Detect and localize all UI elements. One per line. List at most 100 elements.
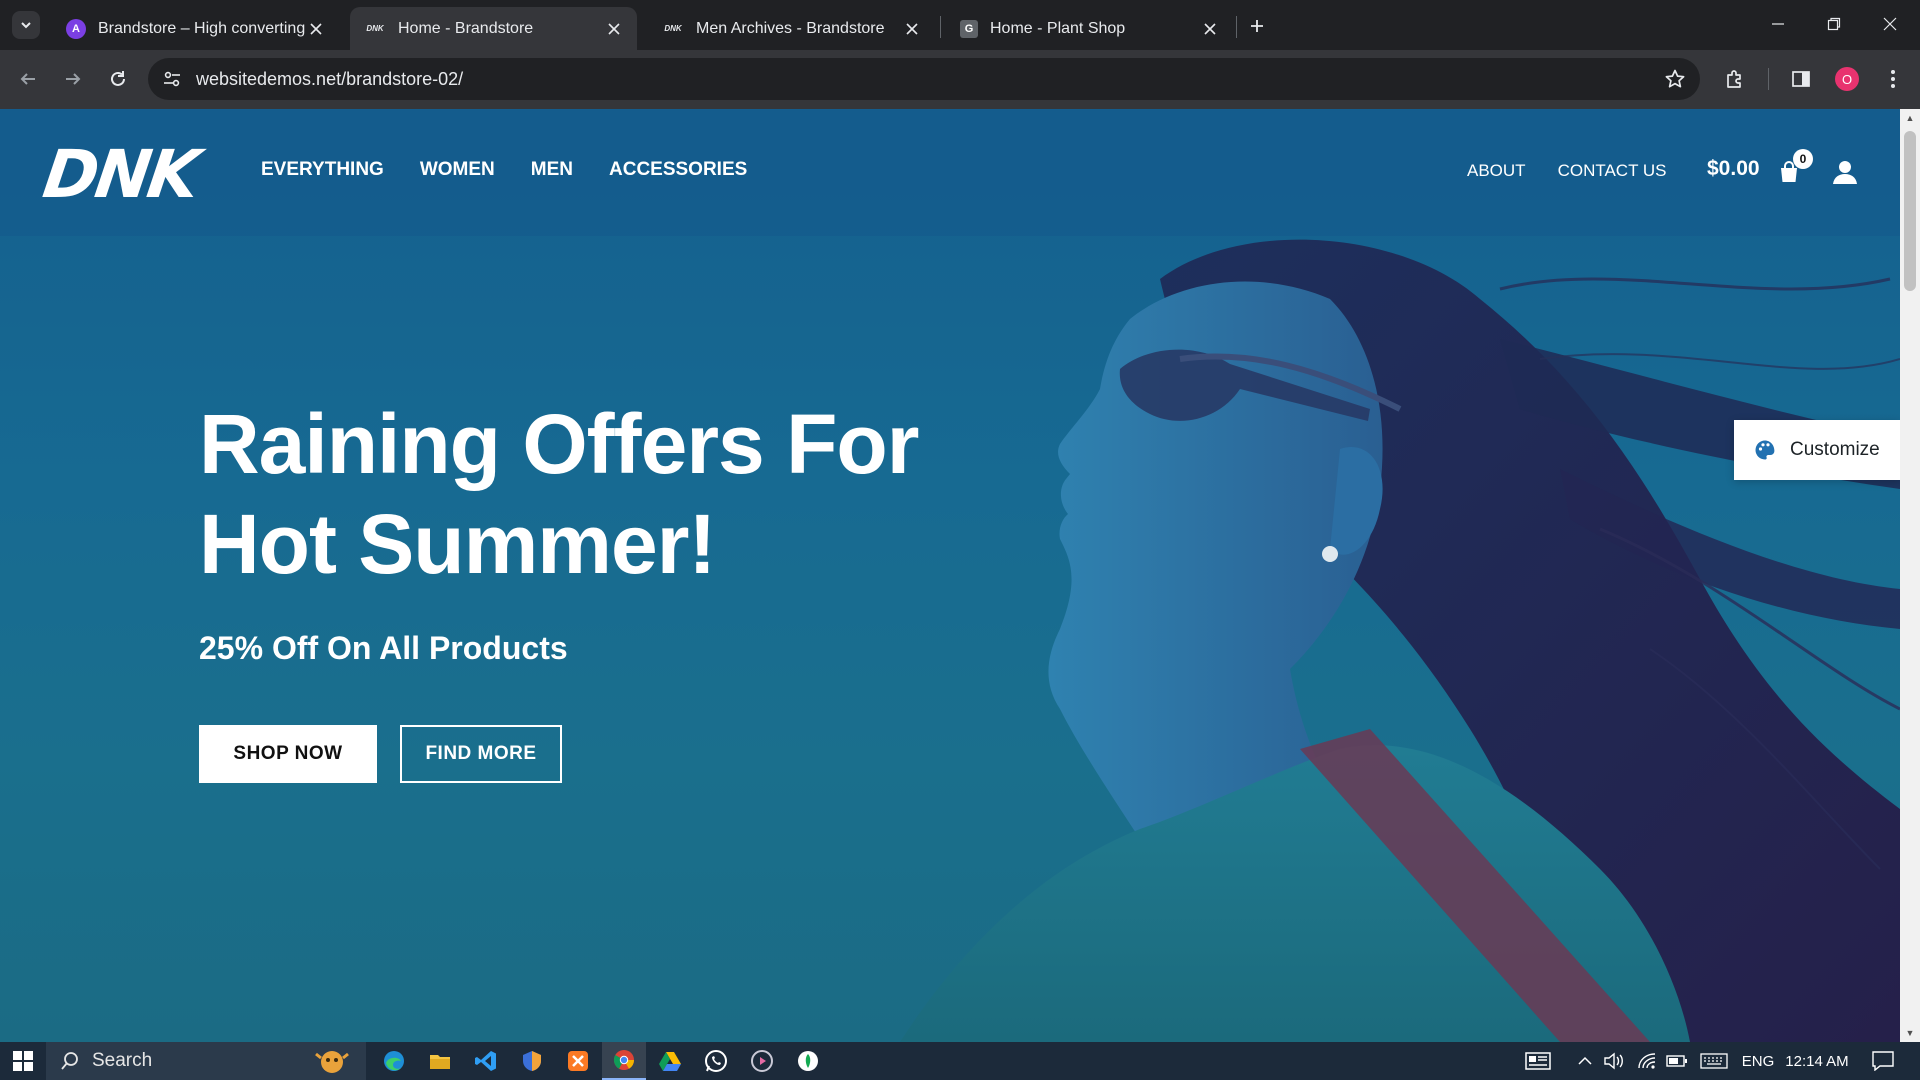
wifi-icon[interactable]	[1634, 1042, 1660, 1080]
play-icon	[751, 1050, 773, 1072]
hero-title-line-1: Raining Offers For	[199, 397, 919, 491]
shop-now-button[interactable]: SHOP NOW	[199, 725, 377, 783]
close-icon[interactable]	[901, 18, 923, 40]
taskbar-app-green[interactable]	[786, 1042, 830, 1080]
windows-taskbar: Search ENG 12:14 AM	[0, 1042, 1920, 1080]
keyboard-icon[interactable]	[1697, 1042, 1731, 1080]
browser-tab-strip: A Brandstore – High converting e DNK Hom…	[0, 0, 1920, 50]
taskbar-google-drive[interactable]	[648, 1042, 692, 1080]
dnk-icon: DNK	[366, 24, 384, 33]
menu-button[interactable]	[1878, 64, 1908, 94]
drive-icon	[659, 1052, 681, 1071]
minimize-icon	[1772, 23, 1784, 25]
nav-men[interactable]: MEN	[531, 159, 573, 181]
site-info-icon[interactable]	[162, 69, 182, 94]
taskbar-vscode[interactable]	[464, 1042, 508, 1080]
restore-button[interactable]	[1806, 0, 1862, 48]
close-icon	[1883, 17, 1897, 31]
back-button[interactable]	[11, 62, 45, 96]
browser-toolbar: websitedemos.net/brandstore-02/	[0, 50, 1920, 109]
minimize-button[interactable]	[1750, 0, 1806, 48]
news-widget-icon[interactable]	[1520, 1042, 1556, 1080]
volume-icon[interactable]	[1601, 1042, 1627, 1080]
folder-icon	[430, 1055, 450, 1069]
nav-women[interactable]: WOMEN	[420, 159, 495, 181]
side-panel-icon	[1792, 71, 1810, 87]
tab-title: Men Archives - Brandstore	[696, 19, 885, 37]
side-panel-button[interactable]	[1786, 64, 1816, 94]
taskbar-media-player[interactable]	[740, 1042, 784, 1080]
nav-everything[interactable]: EVERYTHING	[261, 159, 384, 181]
chevron-up-icon[interactable]	[1573, 1042, 1597, 1080]
close-window-button[interactable]	[1862, 0, 1918, 48]
star-icon[interactable]	[1664, 68, 1686, 95]
site-header: DNK EVERYTHING WOMEN MEN ACCESSORIES ABO…	[0, 109, 1900, 236]
profile-avatar[interactable]: O	[1835, 67, 1859, 91]
find-more-button[interactable]: FIND MORE	[400, 725, 562, 783]
palette-icon	[1755, 440, 1775, 460]
nav-contact-us[interactable]: CONTACT US	[1558, 161, 1667, 181]
close-icon[interactable]	[1199, 18, 1221, 40]
reload-button[interactable]	[101, 62, 135, 96]
search-icon	[61, 1052, 78, 1070]
astra-icon: A	[66, 18, 86, 39]
clock[interactable]: 12:14 AM	[1782, 1042, 1852, 1080]
g-icon: G	[960, 19, 978, 38]
taskbar-search[interactable]: Search	[46, 1042, 366, 1080]
tab-plant-shop[interactable]: G Home - Plant Shop	[946, 7, 1233, 50]
tab-title: Home - Plant Shop	[990, 19, 1126, 37]
shield-icon	[523, 1051, 541, 1071]
reload-icon	[111, 71, 125, 86]
scroll-thumb[interactable]	[1904, 131, 1916, 291]
page-viewport: DNK EVERYTHING WOMEN MEN ACCESSORIES ABO…	[0, 109, 1900, 1042]
page-scrollbar[interactable]: ▲ ▼	[1900, 109, 1920, 1042]
forward-button[interactable]	[56, 62, 90, 96]
edge-icon	[384, 1051, 404, 1071]
close-icon[interactable]	[603, 18, 625, 40]
notifications-icon[interactable]	[1866, 1042, 1900, 1080]
user-icon[interactable]	[1832, 159, 1858, 185]
tab-men-archives[interactable]: DNK Men Archives - Brandstore	[648, 7, 935, 50]
taskbar-chrome[interactable]	[602, 1042, 646, 1080]
arrow-right-icon	[66, 73, 81, 85]
hero-title-line-2: Hot Summer!	[199, 497, 716, 591]
battery-icon[interactable]	[1664, 1042, 1690, 1080]
address-bar[interactable]: websitedemos.net/brandstore-02/	[148, 58, 1700, 100]
leaf-icon	[798, 1051, 818, 1071]
customize-button[interactable]: Customize	[1734, 420, 1900, 480]
tab-search-button[interactable]	[12, 11, 40, 39]
more-vertical-icon	[1891, 70, 1895, 88]
tab-title: Brandstore – High converting e	[98, 19, 305, 37]
tab-title: Home - Brandstore	[398, 19, 534, 37]
taskbar-xampp[interactable]	[556, 1042, 600, 1080]
cart-total[interactable]: $0.00	[1707, 157, 1760, 181]
hero-subtitle: 25% Off On All Products	[199, 630, 568, 666]
taskbar-file-explorer[interactable]	[418, 1042, 462, 1080]
toolbar-divider	[1768, 68, 1769, 90]
vscode-icon	[475, 1051, 496, 1071]
tab-separator	[1236, 16, 1237, 38]
language-indicator[interactable]: ENG	[1738, 1042, 1778, 1080]
dnk-icon: DNK	[664, 24, 682, 33]
extensions-button[interactable]	[1720, 64, 1750, 94]
scroll-down-icon[interactable]: ▼	[1900, 1024, 1920, 1042]
nav-about[interactable]: ABOUT	[1467, 161, 1526, 181]
customize-label: Customize	[1790, 439, 1880, 460]
nav-accessories[interactable]: ACCESSORIES	[609, 159, 747, 181]
scroll-up-icon[interactable]: ▲	[1900, 109, 1920, 127]
secondary-navigation: ABOUT CONTACT US	[1467, 161, 1667, 181]
taskbar-app-shield[interactable]	[510, 1042, 554, 1080]
xampp-icon	[568, 1051, 588, 1071]
taskbar-whatsapp[interactable]	[694, 1042, 738, 1080]
url-text[interactable]: websitedemos.net/brandstore-02/	[196, 69, 463, 90]
new-tab-button[interactable]	[1243, 12, 1271, 40]
tab-brandstore-astra[interactable]: A Brandstore – High converting e	[52, 7, 339, 50]
whatsapp-icon	[705, 1050, 727, 1072]
puzzle-icon	[1727, 70, 1741, 88]
start-button[interactable]	[0, 1042, 46, 1080]
cart-count-badge: 0	[1793, 149, 1813, 169]
close-icon[interactable]	[305, 18, 327, 40]
tab-home-brandstore[interactable]: DNK Home - Brandstore	[350, 7, 637, 50]
taskbar-edge[interactable]	[372, 1042, 416, 1080]
site-logo[interactable]: DNK	[38, 135, 202, 215]
